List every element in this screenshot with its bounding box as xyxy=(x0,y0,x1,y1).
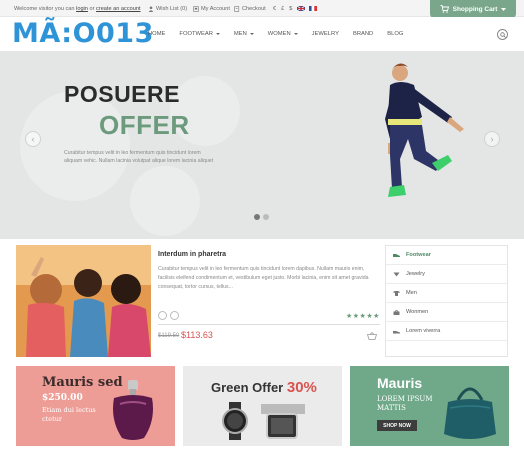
add-to-cart-icon[interactable] xyxy=(367,332,377,340)
category-item-jewelry[interactable]: Jewelry xyxy=(386,265,507,284)
caret-down-icon xyxy=(215,33,220,35)
slider-prev-button[interactable]: ‹ xyxy=(25,131,41,147)
compare-icon[interactable] xyxy=(170,311,179,320)
main-nav: HOME FOOTWEAR MEN WOMEN JEWELRY BRAND BL… xyxy=(148,31,417,37)
shoe-icon xyxy=(393,330,400,333)
login-link[interactable]: login xyxy=(76,6,88,12)
currency-pound[interactable]: £ xyxy=(281,6,284,12)
category-label: Jewelry xyxy=(406,271,425,277)
search-icon xyxy=(499,31,506,38)
banner-title: Green Offer 30% xyxy=(211,379,317,396)
shopping-cart-button[interactable]: Shopping Cart xyxy=(430,0,516,18)
nav-label: BLOG xyxy=(387,31,404,37)
banner-title: Mauris xyxy=(377,375,423,391)
welcome-line: Welcome visitor you can login or create … xyxy=(14,6,141,12)
cart-label: Shopping Cart xyxy=(452,5,498,13)
nav-label: HOME xyxy=(148,31,166,37)
nav-label: FOOTWEAR xyxy=(179,31,213,37)
checkout-label: Checkout xyxy=(242,6,266,12)
banner-subtitle: LOREM IPSUM MATTIS xyxy=(377,395,433,412)
category-item-men[interactable]: Men xyxy=(386,284,507,303)
currency-euro[interactable]: € xyxy=(273,6,276,12)
language-switcher xyxy=(297,6,317,11)
product-description: Curabitur tempus velit in leo fermentum … xyxy=(158,266,369,290)
or-text: or xyxy=(89,6,95,12)
slider-dots xyxy=(254,214,269,220)
wishlist-heart-icon[interactable] xyxy=(158,311,167,320)
fr-flag-icon[interactable] xyxy=(309,6,317,11)
hero-description: Curabitur tempus velit in leo fermentum … xyxy=(64,150,214,164)
hero-title-line2: OFFER xyxy=(99,110,190,140)
product-rating: ★★★★★ xyxy=(346,313,380,320)
uk-flag-icon[interactable] xyxy=(297,6,305,11)
promo-banner-handbag[interactable]: Mauris LOREM IPSUM MATTIS SHOP NOW xyxy=(350,366,509,446)
nav-item-blog[interactable]: BLOG xyxy=(387,31,403,37)
currency-dollar[interactable]: $ xyxy=(289,6,292,12)
shop-now-button[interactable]: SHOP NOW xyxy=(377,420,417,431)
category-label: Lorem viverra xyxy=(406,328,441,334)
site-header: MÃ:O013 HOME FOOTWEAR MEN WOMEN JEWELRY … xyxy=(0,17,524,52)
product-image[interactable] xyxy=(16,245,151,357)
promo-banner-perfume[interactable]: Mauris sed $250.00 Etiam dui lectus ctet… xyxy=(16,366,175,446)
shirt-icon xyxy=(393,290,400,296)
category-label: Men xyxy=(406,290,417,296)
promo-banner-watches[interactable]: Green Offer 30% xyxy=(183,366,342,446)
checkout-link[interactable]: Checkout xyxy=(234,6,266,12)
checkout-icon xyxy=(234,6,240,12)
create-account-link[interactable]: create an account xyxy=(96,6,140,12)
watches-image xyxy=(222,402,305,440)
category-label: Wonmen xyxy=(406,309,429,315)
slider-next-button[interactable]: › xyxy=(484,131,500,147)
cart-icon xyxy=(440,5,449,13)
nav-item-jewelry[interactable]: JEWELRY xyxy=(312,31,339,37)
account-label: My Account xyxy=(201,6,230,12)
wishlist-label: Wish List (0) xyxy=(156,6,188,12)
nav-item-footwear[interactable]: FOOTWEAR xyxy=(179,31,220,37)
account-icon xyxy=(193,6,199,12)
banner-title-text: Green Offer xyxy=(211,380,284,395)
nav-item-women[interactable]: WOMEN xyxy=(268,31,298,37)
caret-down-icon xyxy=(293,33,298,35)
account-link[interactable]: My Account xyxy=(193,6,230,12)
product-old-price: $119.50 xyxy=(158,333,180,339)
welcome-text: Welcome visitor you can xyxy=(14,6,75,12)
nav-label: BRAND xyxy=(352,31,374,37)
shoe-icon xyxy=(393,253,400,257)
category-item-lorem-viverra[interactable]: Lorem viverra xyxy=(386,322,507,341)
brand-logo[interactable]: MÃ:O013 xyxy=(12,18,154,49)
user-icon xyxy=(148,6,154,12)
category-item-footwear[interactable]: Footwear xyxy=(386,246,507,265)
nav-item-brand[interactable]: BRAND xyxy=(353,31,373,37)
nav-item-home[interactable]: HOME xyxy=(148,31,165,37)
divider xyxy=(158,324,380,325)
category-list: Footwear Jewelry Men Wonmen Lorem viverr… xyxy=(385,245,508,357)
wishlist-link[interactable]: Wish List (0) xyxy=(148,6,187,12)
jumping-man-image xyxy=(385,63,464,197)
slider-dot[interactable] xyxy=(263,214,269,220)
caret-down-icon xyxy=(249,33,254,35)
top-bar: Welcome visitor you can login or create … xyxy=(0,0,524,18)
jewelry-icon xyxy=(393,272,400,276)
hero-title-line1: POSUERE xyxy=(64,81,180,107)
handbag-image xyxy=(444,387,496,439)
slider-dot[interactable] xyxy=(254,214,260,220)
category-label: Footwear xyxy=(406,252,431,258)
nav-label: JEWELRY xyxy=(311,31,339,37)
product-title[interactable]: Interdum in pharetra xyxy=(158,251,226,258)
banner-price: $250.00 xyxy=(42,393,83,403)
hero-slider: POSUERE OFFER Curabitur tempus velit in … xyxy=(0,51,524,239)
search-button[interactable] xyxy=(497,29,508,40)
nav-label: MEN xyxy=(233,31,247,37)
bag-icon xyxy=(393,309,400,315)
perfume-bottle-image xyxy=(113,380,153,440)
category-item-wonmen[interactable]: Wonmen xyxy=(386,303,507,322)
banner-discount: 30% xyxy=(286,379,317,396)
nav-item-men[interactable]: MEN xyxy=(234,31,254,37)
currency-switcher: € £ $ xyxy=(273,6,292,12)
product-price: $113.63 xyxy=(181,330,213,340)
bubble-decoration xyxy=(130,166,200,236)
banner-subtitle: Etiam dui lectus ctetur xyxy=(42,406,96,423)
chevron-down-icon xyxy=(501,7,507,11)
nav-label: WOMEN xyxy=(267,31,291,37)
